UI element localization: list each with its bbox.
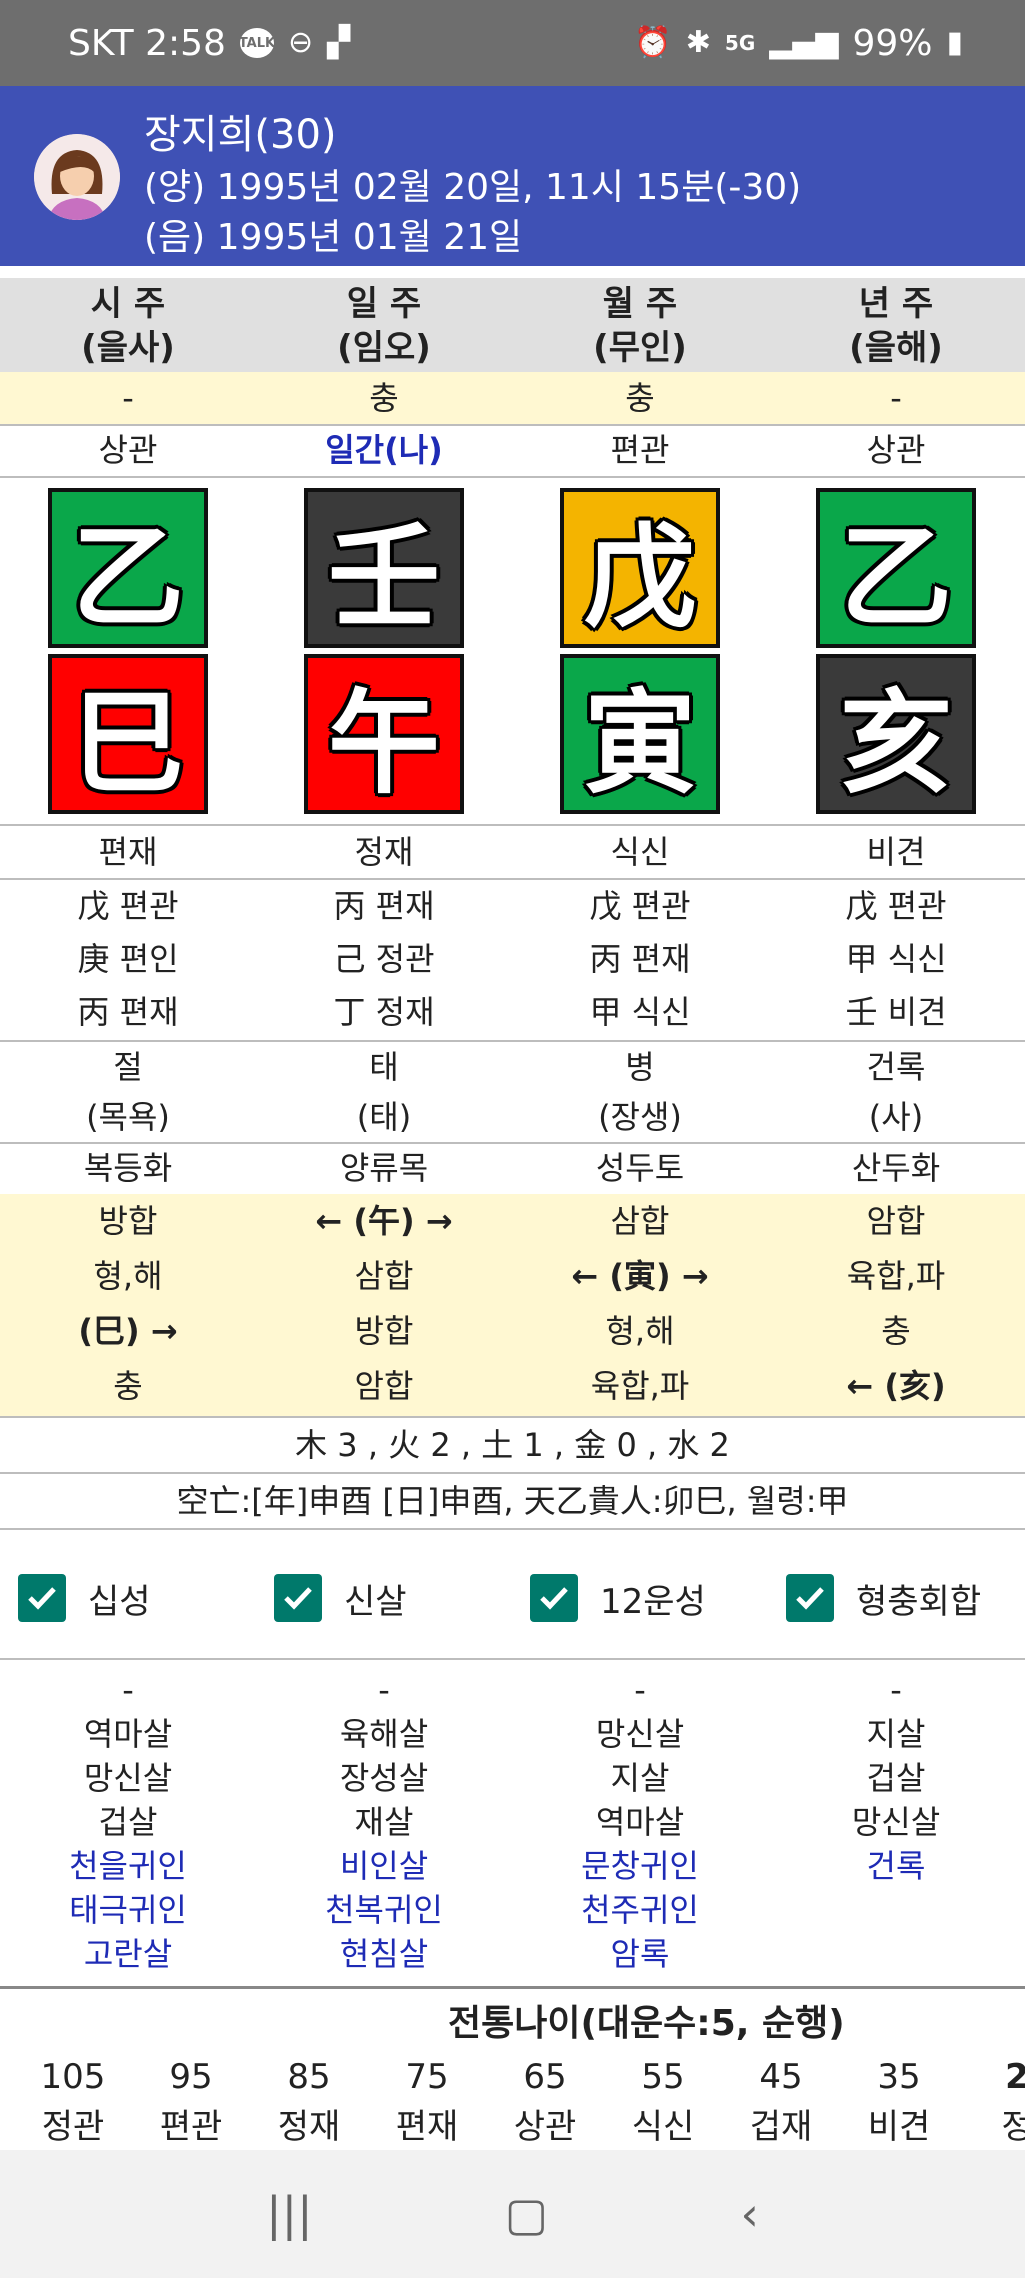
napeum-cell: 성두토: [595, 1149, 685, 1187]
sipsung-cell: 비견: [866, 833, 926, 871]
janggan-cell: 戊 편관 丙 편재 甲 식신: [589, 887, 691, 1031]
sipsung-cell: 식신: [610, 833, 670, 871]
sinsal-row: - 역마살 망신살 겁살 천을귀인 태극귀인 고란살 - 육해살 장성살 재살 비인살 천복귀인 현…: [0, 1668, 1025, 1984]
home-icon[interactable]: ▢: [505, 2187, 548, 2241]
jiji-tile-hour[interactable]: 巳: [48, 654, 208, 814]
daeun-item[interactable]: 95 편관: [132, 2052, 250, 2152]
check-icon[interactable]: [274, 1574, 322, 1622]
profile-name: 장지희(30): [144, 112, 337, 158]
daeun-item[interactable]: 35 비견: [840, 2052, 958, 2152]
sipsung-top-row: 상관 일간(나) 편관 상관: [0, 424, 1025, 476]
ilgan-label: 일간(나): [325, 431, 443, 469]
sinsal-cell: - 망신살 지살 역마살 문창귀인 천주귀인 암록: [581, 1671, 699, 1973]
pillar-header-row: 시 주 (을사) 일 주 (임오) 월 주 (무인) 년 주 (을해): [0, 278, 1025, 372]
chung-cell: -: [122, 379, 134, 417]
back-icon[interactable]: ‹: [740, 2187, 758, 2241]
janggan-row: 戊 편관 庚 편인 丙 편재 丙 편재 己 정관 丁 정재 戊 편관 丙 편재 甲 식신 戊…: [0, 880, 1025, 1040]
pillar-hour-header: 시 주 (을사): [81, 284, 175, 368]
daeun-title: 전통나이(대운수:5, 순행): [448, 2003, 845, 2044]
lunar-birthdate: (음) 1995년 01월 21일: [144, 217, 523, 258]
unsung-cell: 태 (태): [356, 1048, 412, 1136]
checkbox-sipsung[interactable]: 십성: [0, 1574, 256, 1623]
sinsal-cell: - 육해살 장성살 재살 비인살 천복귀인 현침살: [325, 1671, 443, 1973]
check-icon[interactable]: [786, 1574, 834, 1622]
hab-cell: 암합 육합,파 충 ← (亥): [846, 1202, 946, 1405]
sinsal-cell: - 역마살 망신살 겁살 천을귀인 태극귀인 고란살: [69, 1671, 187, 1973]
status-time: SKT 2:58: [68, 22, 226, 64]
sipsung-cell: 상관: [98, 431, 158, 469]
chung-cell: 충: [369, 379, 399, 417]
battery-icon: ▮: [946, 25, 963, 60]
unsung-cell: 절 (목욕): [86, 1048, 170, 1136]
cheongan-tile-year[interactable]: 乙: [816, 488, 976, 648]
battery-level: 99%: [852, 22, 933, 64]
unsung-row: 절 (목욕) 태 (태) 병 (장생) 건록 (사): [0, 1042, 1025, 1142]
sinsal-cell: - 지살 겁살 망신살 건록: [851, 1671, 941, 1885]
hab-cell: ← (午) → 삼합 방합 암합: [315, 1202, 453, 1405]
solar-birthdate: (양) 1995년 02월 20일, 11시 15분(-30): [144, 167, 802, 208]
hyungchung-row: 방합 형,해 (巳) → 충 ← (午) → 삼합 방합 암합 삼합 ← (寅) → 형,해 육합…: [0, 1194, 1025, 1416]
napeum-cell: 양류목: [339, 1149, 429, 1187]
unsung-cell: 병 (장생): [598, 1048, 682, 1136]
alarm-icon: ⏰: [634, 25, 672, 60]
status-bar: SKT 2:58 TALK ⊖ ▞ ⏰ ✱ 5G ▂▄▆ 99% ▮: [0, 0, 1025, 86]
network-5g-icon: 5G: [724, 31, 756, 55]
daeun-item[interactable]: 105 정관: [14, 2052, 132, 2152]
daeun-item[interactable]: 75 편재: [368, 2052, 486, 2152]
sipsung-cell: 편관: [610, 431, 670, 469]
pillar-year-header: 년 주 (을해): [849, 284, 943, 368]
profile-header[interactable]: 장지희(30) (양) 1995년 02월 20일, 11시 15분(-30) …: [0, 86, 1025, 266]
bluetooth-icon: ✱: [685, 25, 711, 60]
sipsung-cell: 정재: [354, 833, 414, 871]
daeun-item[interactable]: 2정: [958, 2052, 1025, 2152]
kakaotalk-icon: TALK: [239, 28, 275, 58]
pillar-month-header: 월 주 (무인): [593, 284, 687, 368]
hab-cell: 삼합 ← (寅) → 형,해 육합,파: [571, 1202, 709, 1405]
check-icon[interactable]: [18, 1574, 66, 1622]
jiji-tile-day[interactable]: 午: [304, 654, 464, 814]
daeun-list[interactable]: 105 정관 95 편관 85 정재 75 편재 65 상관 55 식신 45 겁재 35 비견…: [14, 2052, 1025, 2152]
unsung-cell: 건록 (사): [866, 1048, 926, 1136]
avatar[interactable]: [34, 134, 120, 220]
gongmang-summary: 空亡:[年]申酉 [日]申酉, 天乙貴人:卯巳, 월령:甲: [176, 1482, 849, 1520]
daeun-item[interactable]: 85 정재: [250, 2052, 368, 2152]
daeun-item[interactable]: 65 상관: [486, 2052, 604, 2152]
daeun-item[interactable]: 55 식신: [604, 2052, 722, 2152]
check-icon[interactable]: [530, 1574, 578, 1622]
chung-cell: -: [890, 379, 902, 417]
system-nav-bar: ||| ▢ ‹: [0, 2150, 1025, 2278]
recent-apps-icon[interactable]: |||: [266, 2187, 313, 2241]
pillar-day-header: 일 주 (임오): [337, 284, 431, 368]
sipsung-cell: 편재: [98, 833, 158, 871]
signal-icon: ▂▄▆: [769, 25, 839, 60]
do-not-disturb-icon: ⊖: [287, 25, 314, 60]
chung-row: - 충 충 -: [0, 372, 1025, 424]
jiji-tile-year[interactable]: 亥: [816, 654, 976, 814]
janggan-cell: 丙 편재 己 정관 丁 정재: [333, 887, 435, 1031]
cheongan-tile-month[interactable]: 戊: [560, 488, 720, 648]
cheongan-tile-day[interactable]: 壬: [304, 488, 464, 648]
napeum-cell: 산두화: [851, 1149, 941, 1187]
app-notification-icon: ▞: [327, 25, 351, 60]
checkbox-hyungchung[interactable]: 형충회합: [768, 1574, 1024, 1623]
woman-avatar-icon: [34, 134, 120, 220]
sipsung-bottom-row: 편재 정재 식신 비견: [0, 826, 1025, 878]
sipsung-cell: 상관: [866, 431, 926, 469]
jiji-tile-month[interactable]: 寅: [560, 654, 720, 814]
ohaeng-summary: 木 3 , 火 2 , 土 1 , 金 0 , 水 2: [295, 1426, 730, 1464]
hab-cell: 방합 형,해 (巳) → 충: [78, 1202, 178, 1405]
janggan-cell: 戊 편관 甲 식신 壬 비견: [845, 887, 947, 1031]
daeun-item[interactable]: 45 겁재: [722, 2052, 840, 2152]
napeum-row: 복등화 양류목 성두토 산두화: [0, 1142, 1025, 1194]
option-checkboxes: 십성 신살 12운성 형충회합: [0, 1538, 1025, 1658]
checkbox-12unsung[interactable]: 12운성: [512, 1574, 768, 1623]
janggan-cell: 戊 편관 庚 편인 丙 편재: [77, 887, 179, 1031]
cheongan-tile-hour[interactable]: 乙: [48, 488, 208, 648]
napeum-cell: 복등화: [83, 1149, 173, 1187]
chung-cell: 충: [625, 379, 655, 417]
checkbox-sinsal[interactable]: 신살: [256, 1574, 512, 1623]
